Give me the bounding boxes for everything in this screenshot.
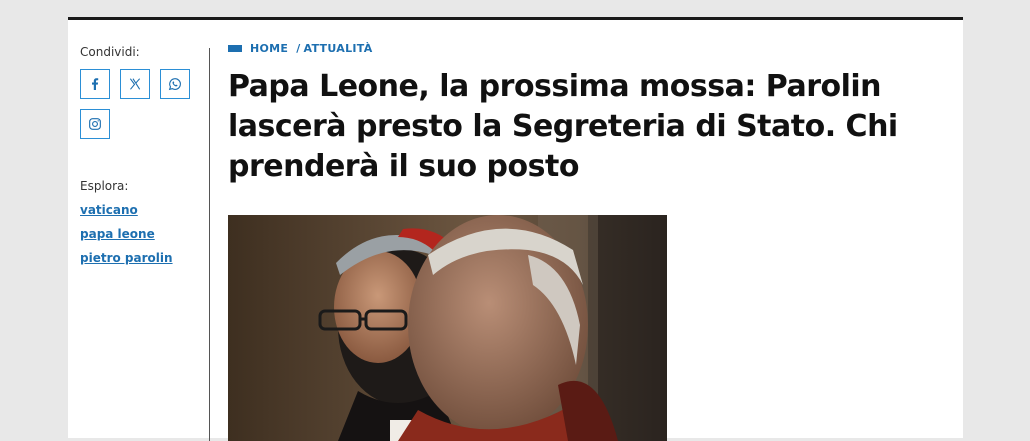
x-icon <box>129 78 141 90</box>
share-row-1 <box>80 69 205 99</box>
tag-pietro-parolin[interactable]: pietro parolin <box>80 251 205 265</box>
share-row-2 <box>80 109 205 139</box>
share-instagram-button[interactable] <box>80 109 110 139</box>
article-title: Papa Leone, la prossima mossa: Parolin l… <box>228 69 898 184</box>
tag-vaticano[interactable]: vaticano <box>80 203 205 217</box>
facebook-icon <box>92 78 99 90</box>
sidebar: Condividi: Esplora: vaticano papa leone … <box>80 45 205 265</box>
breadcrumb-home[interactable]: HOME <box>250 42 288 55</box>
whatsapp-icon <box>168 78 181 91</box>
explore-section: Esplora: vaticano papa leone pietro paro… <box>80 179 205 265</box>
tag-papa-leone[interactable]: papa leone <box>80 227 205 241</box>
breadcrumb: HOME / ATTUALITÀ <box>228 42 958 55</box>
share-whatsapp-button[interactable] <box>160 69 190 99</box>
photo-illustration <box>228 215 667 441</box>
breadcrumb-section[interactable]: ATTUALITÀ <box>304 42 373 55</box>
share-x-button[interactable] <box>120 69 150 99</box>
article-page: Condividi: Esplora: vaticano papa leone … <box>68 17 963 441</box>
article-photo <box>228 215 667 441</box>
instagram-icon <box>89 118 101 130</box>
share-label: Condividi: <box>80 45 140 59</box>
share-facebook-button[interactable] <box>80 69 110 99</box>
article-main: HOME / ATTUALITÀ Papa Leone, la prossima… <box>228 42 958 187</box>
breadcrumb-marker <box>228 45 242 52</box>
explore-label: Esplora: <box>80 179 129 193</box>
sidebar-divider <box>209 48 210 441</box>
breadcrumb-separator: / <box>296 42 301 55</box>
